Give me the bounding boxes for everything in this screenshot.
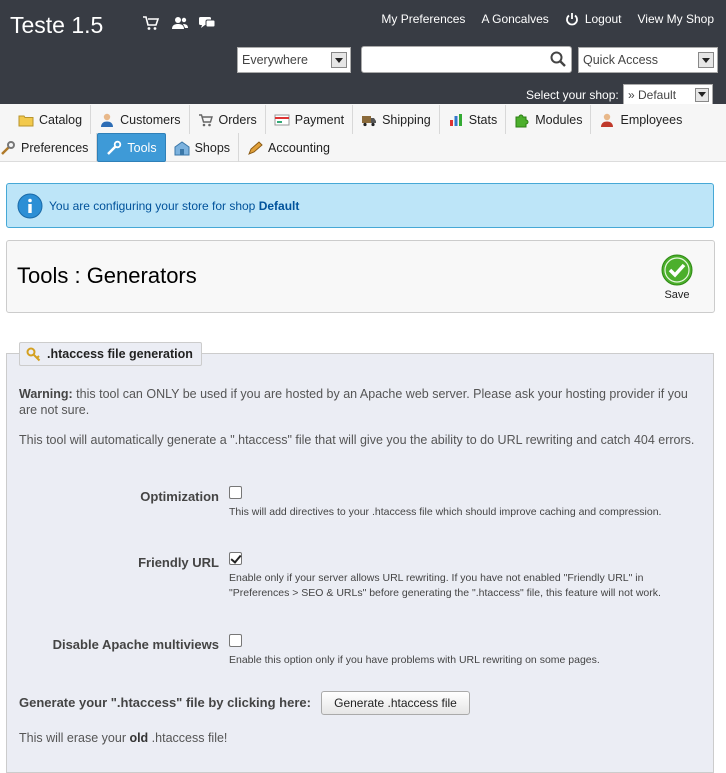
search-input[interactable] (361, 46, 572, 73)
key-icon (26, 347, 41, 362)
erase-pre: This will erase your (19, 731, 130, 745)
tabs-row-1: Catalog Customers Orders Payment Shippin… (10, 105, 690, 134)
generate-htaccess-button[interactable]: Generate .htaccess file (321, 691, 470, 715)
top-links: My Preferences A Goncalves Logout View M… (381, 12, 714, 26)
main-tabs: Catalog Customers Orders Payment Shippin… (0, 104, 726, 162)
erase-note: This will erase your old .htaccess file! (19, 731, 227, 745)
chart-icon (449, 113, 462, 126)
truck-icon (362, 115, 377, 126)
tab-shipping[interactable]: Shipping (353, 105, 440, 134)
tab-customers[interactable]: Customers (91, 105, 190, 134)
page-title: Tools : Generators (17, 263, 197, 288)
cart-icon[interactable] (142, 14, 160, 32)
save-button[interactable]: Save (660, 254, 694, 301)
logout-label: Logout (584, 12, 622, 26)
optimization-hint: This will add directives to your .htacce… (229, 506, 662, 518)
quick-access-select[interactable]: Quick Access (578, 47, 718, 73)
tab-label: Modules (535, 112, 583, 127)
friendly-url-label: Friendly URL (138, 555, 219, 570)
generate-label: Generate your ".htaccess" file by clicki… (19, 695, 311, 710)
optimization-checkbox[interactable] (229, 486, 242, 499)
optimization-label: Optimization (140, 489, 219, 504)
tab-label: Employees (620, 112, 683, 127)
chevron-down-icon (698, 52, 714, 68)
cart-icon (198, 113, 213, 126)
tab-employees[interactable]: Employees (591, 105, 690, 134)
logout-link[interactable]: Logout (565, 12, 622, 26)
shop-select-label: Select your shop: (526, 88, 619, 102)
tab-catalog[interactable]: Catalog (10, 105, 92, 134)
erase-post: .htaccess file! (148, 731, 228, 745)
customer-icon (101, 113, 114, 127)
legend-label: .htaccess file generation (47, 347, 193, 361)
fieldset-legend: .htaccess file generation (19, 342, 202, 366)
admin-header: Teste 1.5 My Preferences A Goncalves Log… (0, 0, 726, 105)
my-preferences-link[interactable]: My Preferences (381, 12, 465, 26)
shop-icon (174, 140, 190, 155)
tab-orders[interactable]: Orders (190, 105, 266, 134)
wrench-icon (1, 140, 15, 155)
friendly-url-hint: Enable only if your server allows URL re… (229, 572, 661, 599)
info-text: You are configuring your store for shop … (49, 199, 299, 213)
tab-payment[interactable]: Payment (266, 105, 354, 134)
tab-label: Shipping (382, 112, 431, 127)
tab-label: Stats (468, 112, 498, 127)
search-scope-select[interactable]: Everywhere (237, 47, 351, 73)
tab-preferences[interactable]: Preferences (0, 133, 98, 162)
info-message: You are configuring your store for shop … (6, 183, 714, 228)
info-shop-name: Default (258, 198, 300, 213)
payment-icon (274, 114, 290, 125)
warning-label: Warning: (19, 387, 73, 401)
shop-select-value: » Default (628, 87, 677, 102)
tab-stats[interactable]: Stats (440, 105, 507, 134)
description-text: This tool will automatically generate a … (19, 433, 695, 447)
info-text-main: You are configuring your store for shop (49, 198, 259, 213)
friendly-url-checkbox[interactable] (229, 552, 242, 565)
page-toolbar: Tools : Generators Save (6, 240, 715, 313)
folder-icon (18, 115, 34, 126)
erase-bold: old (129, 731, 149, 745)
chevron-down-icon (331, 52, 347, 68)
warning-text: Warning: this tool can ONLY be used if y… (19, 386, 709, 418)
search-icon[interactable] (549, 50, 567, 68)
messages-icon[interactable] (198, 14, 216, 32)
puzzle-icon (515, 114, 529, 127)
save-label: Save (664, 289, 690, 301)
tab-label: Customers (120, 112, 181, 127)
multiviews-label: Disable Apache multiviews (52, 637, 219, 652)
tab-shops[interactable]: Shops (166, 133, 240, 162)
quick-access-value: Quick Access (583, 53, 659, 67)
tab-label: Shops (194, 140, 231, 155)
tab-tools[interactable]: Tools (97, 133, 166, 162)
tab-label: Orders (218, 112, 257, 127)
tab-label: Accounting (268, 140, 330, 155)
customers-icon[interactable] (171, 14, 189, 32)
shop-select[interactable]: » Default (623, 84, 713, 105)
search-scope-value: Everywhere (242, 53, 308, 67)
warning-body: this tool can ONLY be used if you are ho… (19, 387, 688, 417)
tab-accounting[interactable]: Accounting (239, 133, 338, 162)
chevron-down-icon (695, 87, 709, 102)
shop-title[interactable]: Teste 1.5 (10, 12, 103, 39)
employee-link[interactable]: A Goncalves (481, 12, 548, 26)
info-icon (17, 193, 43, 218)
tabs-row-2: Preferences Tools Shops Accounting (0, 133, 338, 162)
pencil-icon (248, 140, 263, 155)
tab-label: Payment (294, 112, 345, 127)
checkmark-icon (661, 254, 693, 286)
tab-label: Catalog (39, 112, 83, 127)
multiviews-hint: Enable this option only if you have prob… (229, 654, 600, 666)
tools-icon (107, 140, 122, 155)
employee-icon (601, 113, 614, 127)
multiviews-checkbox[interactable] (229, 634, 242, 647)
tab-label: Preferences (21, 140, 89, 155)
view-shop-link[interactable]: View My Shop (638, 12, 714, 26)
tab-label: Tools (127, 140, 157, 155)
tab-modules[interactable]: Modules (506, 105, 592, 134)
power-icon (565, 13, 578, 26)
